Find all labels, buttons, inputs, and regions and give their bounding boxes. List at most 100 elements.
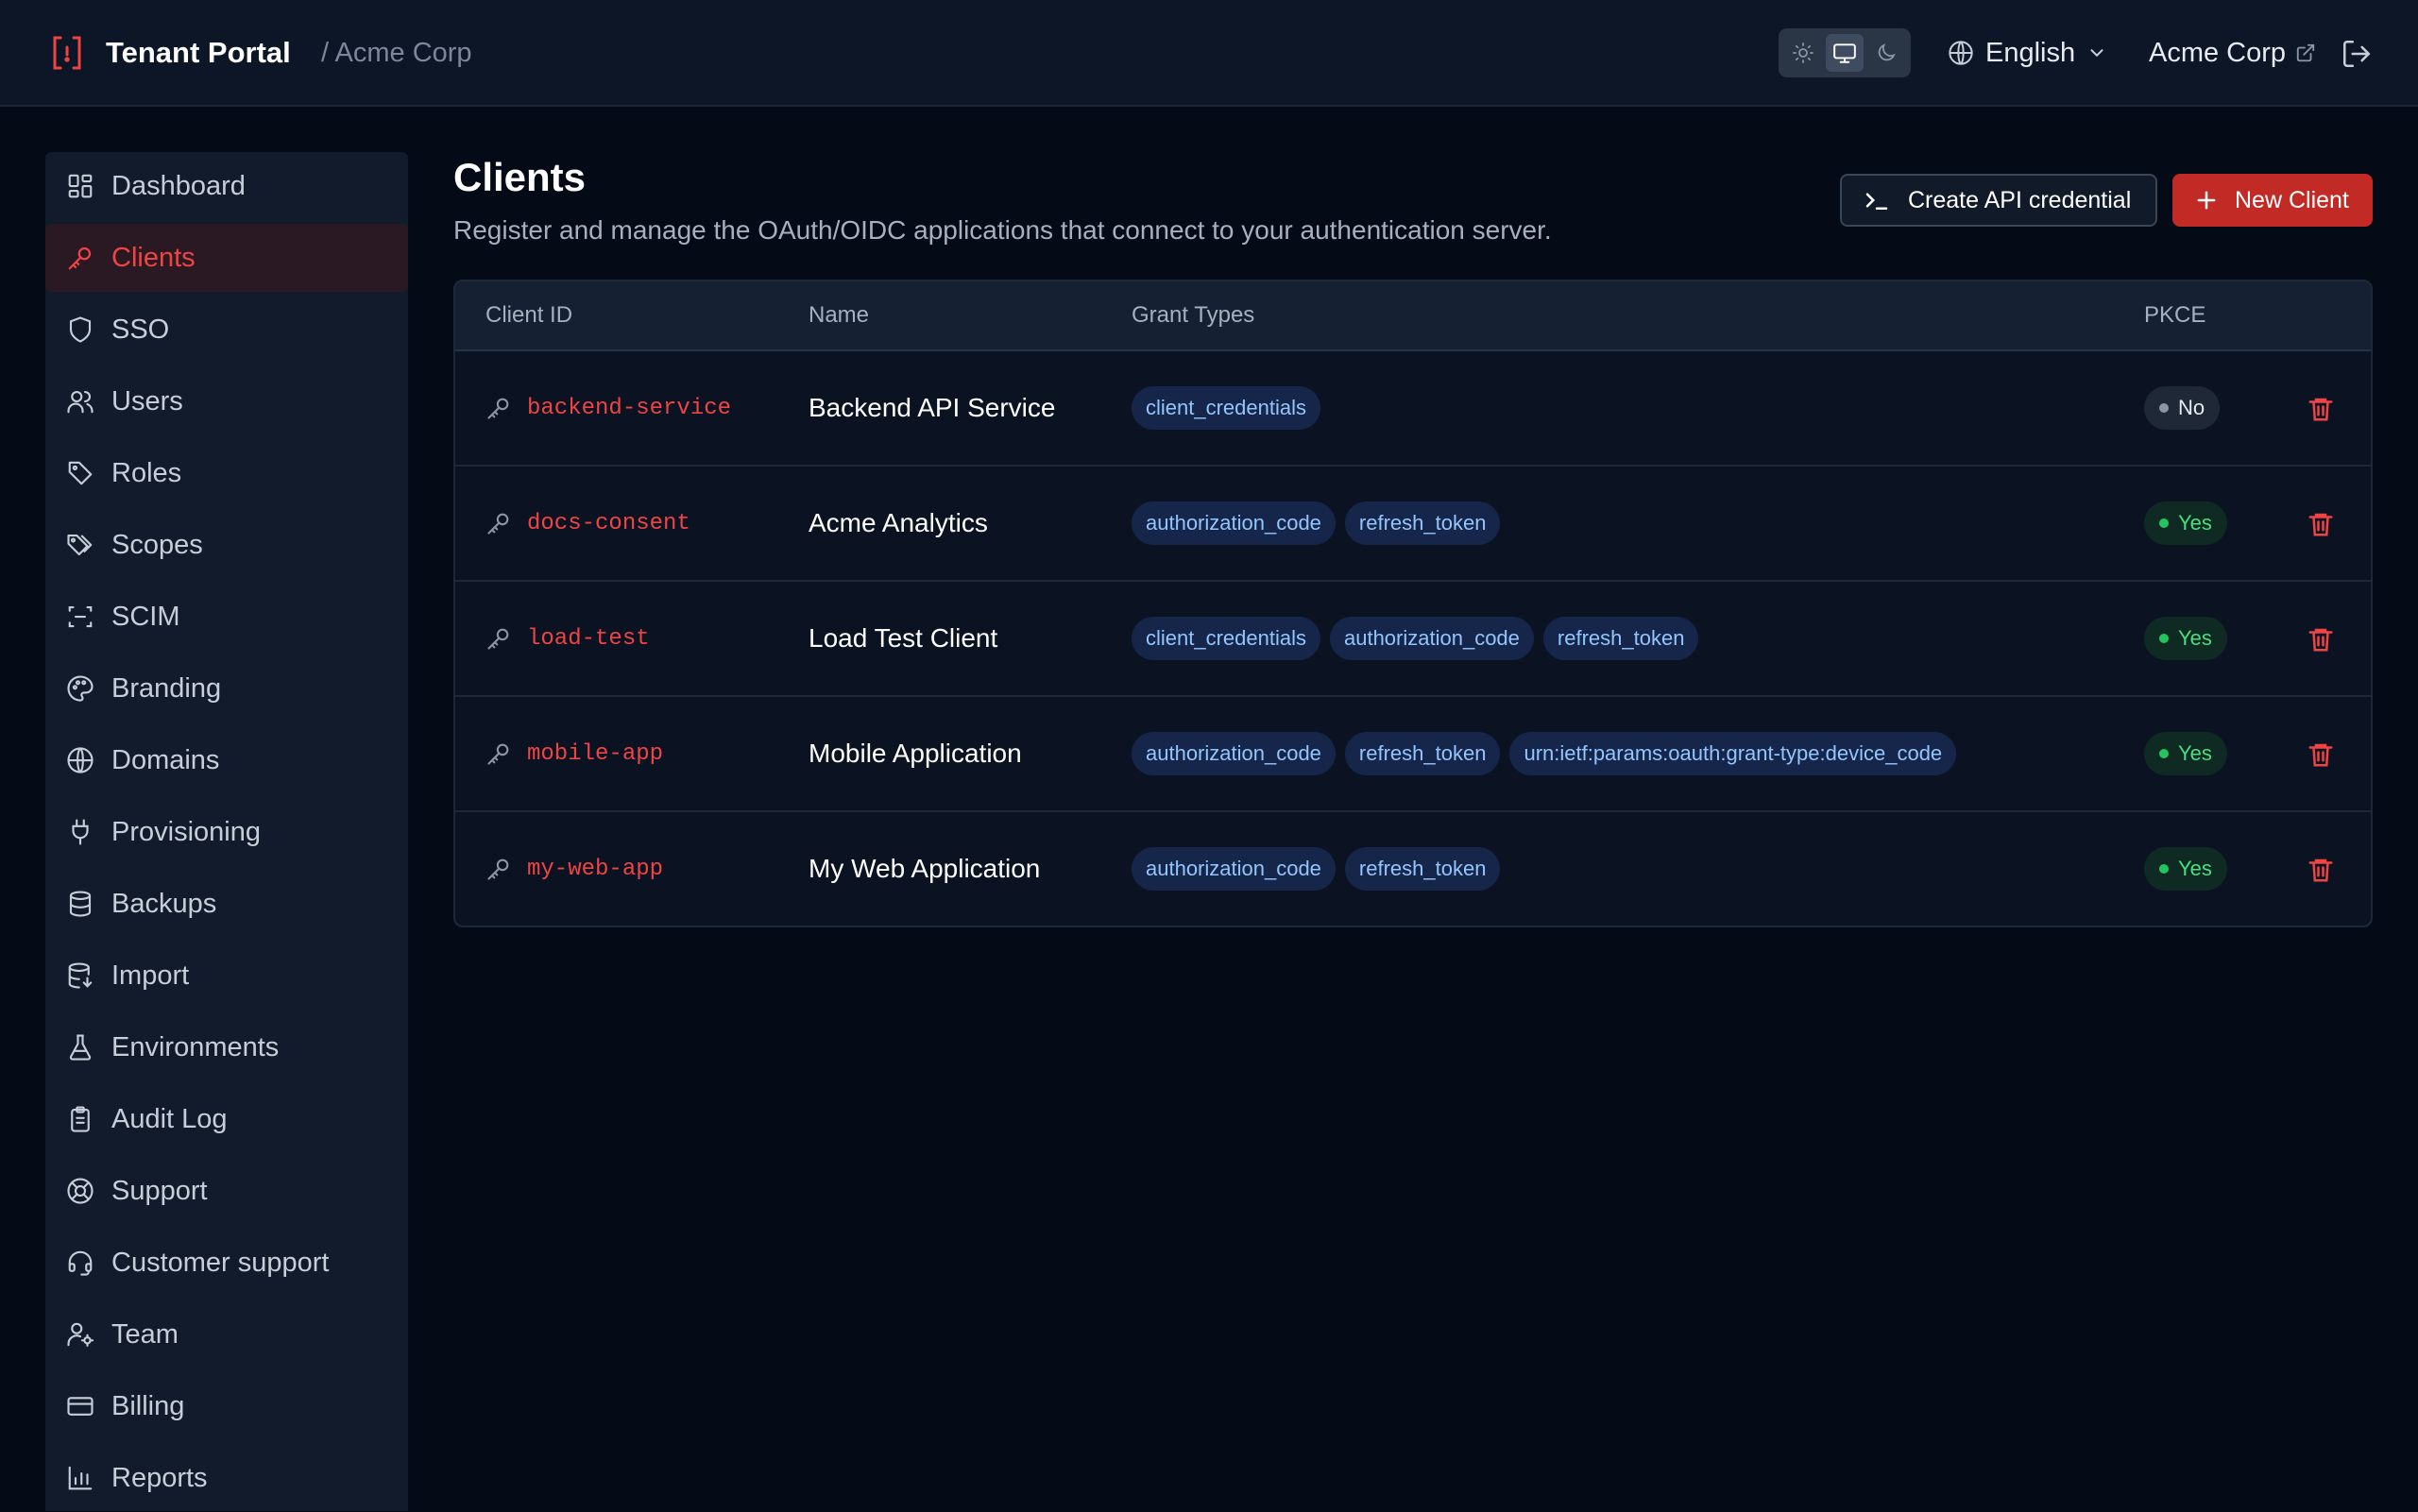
new-client-button[interactable]: New Client bbox=[2172, 174, 2373, 227]
lifebuoy-icon bbox=[67, 1178, 94, 1204]
user-cog-icon bbox=[67, 1322, 94, 1347]
grant-types: client_credentials bbox=[1132, 351, 1320, 465]
sidebar-item-sso[interactable]: SSO bbox=[45, 296, 408, 364]
grant-type-badge: client_credentials bbox=[1132, 386, 1320, 430]
dashboard-icon bbox=[68, 174, 93, 198]
client-name: Backend API Service bbox=[809, 393, 1056, 422]
trash-icon bbox=[2308, 513, 2333, 536]
terminal-icon bbox=[1865, 193, 1888, 210]
sidebar-item-label: Billing bbox=[111, 1390, 185, 1421]
tenant-external-link[interactable]: Acme Corp bbox=[2149, 32, 2316, 74]
sidebar-item-domains[interactable]: Domains bbox=[45, 726, 408, 794]
sidebar-item-backups[interactable]: Backups bbox=[45, 870, 408, 938]
chevron-down-icon bbox=[2090, 49, 2103, 58]
sidebar-item-clients[interactable]: Clients bbox=[45, 224, 408, 292]
client-id[interactable]: my-web-app bbox=[527, 857, 663, 882]
column-header-name[interactable]: Name bbox=[809, 281, 869, 349]
key-icon bbox=[487, 513, 509, 535]
client-id[interactable]: docs-consent bbox=[527, 511, 690, 536]
status-dot bbox=[2159, 518, 2169, 528]
trash-icon bbox=[2308, 743, 2333, 767]
client-name: My Web Application bbox=[809, 854, 1041, 883]
tags-icon bbox=[67, 534, 93, 556]
sidebar-item-team[interactable]: Team bbox=[45, 1300, 408, 1368]
grant-type-badge: refresh_token bbox=[1344, 501, 1501, 545]
sidebar-item-environments[interactable]: Environments bbox=[45, 1013, 408, 1081]
database-import-icon bbox=[68, 962, 93, 989]
client-id[interactable]: backend-service bbox=[527, 396, 731, 421]
table-row[interactable]: mobile-app Mobile Application authorizat… bbox=[455, 697, 2371, 812]
credit-card-icon bbox=[67, 1397, 94, 1416]
headset-icon bbox=[68, 1250, 93, 1276]
grant-types: authorization_code refresh_token urn:iet… bbox=[1132, 697, 1957, 810]
sidebar-item-label: Reports bbox=[111, 1462, 208, 1493]
client-name: Mobile Application bbox=[809, 739, 1022, 768]
sidebar: Dashboard Clients SSO Users Roles Scopes… bbox=[45, 152, 408, 1511]
create-api-credential-button[interactable]: Create API credential bbox=[1840, 174, 2157, 227]
sidebar-item-scim[interactable]: SCIM bbox=[45, 583, 408, 651]
pkce-badge: Yes bbox=[2144, 732, 2227, 775]
table-row[interactable]: my-web-app My Web Application authorizat… bbox=[455, 812, 2371, 926]
monitor-icon bbox=[1833, 43, 1856, 63]
language-label: English bbox=[1985, 37, 2076, 68]
trash-icon bbox=[2308, 858, 2333, 882]
sidebar-item-billing[interactable]: Billing bbox=[45, 1372, 408, 1440]
column-header-pkce[interactable]: PKCE bbox=[2144, 281, 2205, 349]
delete-client-button[interactable] bbox=[2307, 856, 2335, 884]
sidebar-item-reports[interactable]: Reports bbox=[45, 1444, 408, 1512]
table-row[interactable]: docs-consent Acme Analytics authorizatio… bbox=[455, 467, 2371, 582]
system-theme-button[interactable] bbox=[1826, 34, 1864, 72]
language-selector[interactable]: English bbox=[1948, 32, 2107, 74]
dark-theme-button[interactable] bbox=[1867, 34, 1905, 72]
sidebar-item-customer-support[interactable]: Customer support bbox=[45, 1229, 408, 1297]
client-id[interactable]: load-test bbox=[527, 626, 650, 652]
sidebar-item-roles[interactable]: Roles bbox=[45, 439, 408, 507]
trash-icon bbox=[2308, 628, 2333, 652]
app-title[interactable]: Tenant Portal bbox=[106, 32, 291, 74]
delete-client-button[interactable] bbox=[2307, 740, 2335, 769]
table-row[interactable]: backend-service Backend API Service clie… bbox=[455, 351, 2371, 467]
sidebar-item-label: Users bbox=[111, 385, 183, 416]
theme-toggle bbox=[1779, 28, 1911, 77]
sidebar-item-label: Provisioning bbox=[111, 816, 261, 847]
sidebar-item-scopes[interactable]: Scopes bbox=[45, 511, 408, 579]
grant-types: authorization_code refresh_token bbox=[1132, 812, 1501, 926]
client-id[interactable]: mobile-app bbox=[527, 741, 663, 767]
moon-icon bbox=[1878, 43, 1896, 61]
sidebar-item-branding[interactable]: Branding bbox=[45, 654, 408, 722]
pkce-badge: Yes bbox=[2144, 617, 2227, 660]
sidebar-item-label: Branding bbox=[111, 672, 222, 704]
delete-client-button[interactable] bbox=[2307, 510, 2335, 538]
sidebar-item-audit-log[interactable]: Audit Log bbox=[45, 1085, 408, 1153]
grant-types: client_credentials authorization_code re… bbox=[1132, 582, 1699, 695]
grant-types: authorization_code refresh_token bbox=[1132, 467, 1501, 580]
light-theme-button[interactable] bbox=[1784, 34, 1822, 72]
shield-icon bbox=[69, 316, 92, 343]
delete-client-button[interactable] bbox=[2307, 395, 2335, 423]
sidebar-item-dashboard[interactable]: Dashboard bbox=[45, 152, 408, 220]
sidebar-item-support[interactable]: Support bbox=[45, 1157, 408, 1225]
delete-client-button[interactable] bbox=[2307, 625, 2335, 654]
grant-type-badge: authorization_code bbox=[1132, 501, 1336, 545]
key-icon bbox=[487, 858, 509, 880]
logout-button[interactable] bbox=[2341, 38, 2373, 70]
sidebar-item-import[interactable]: Import bbox=[45, 942, 408, 1010]
column-header-client-id[interactable]: Client ID bbox=[485, 281, 572, 349]
sidebar-item-label: Domains bbox=[111, 744, 220, 775]
sidebar-item-users[interactable]: Users bbox=[45, 367, 408, 435]
grant-type-badge: authorization_code bbox=[1329, 617, 1534, 660]
column-header-grant-types[interactable]: Grant Types bbox=[1132, 281, 1254, 349]
table-header: Client ID Name Grant Types PKCE bbox=[455, 281, 2371, 351]
tenant-link-label: Acme Corp bbox=[2149, 37, 2287, 68]
grant-type-badge: urn:ietf:params:oauth:grant-type:device_… bbox=[1509, 732, 1957, 775]
brand-logo-icon bbox=[51, 35, 83, 71]
sidebar-item-label: Backups bbox=[111, 888, 217, 919]
grant-type-badge: authorization_code bbox=[1132, 732, 1336, 775]
grant-type-badge: refresh_token bbox=[1542, 617, 1699, 660]
key-icon bbox=[487, 628, 509, 650]
sidebar-item-provisioning[interactable]: Provisioning bbox=[45, 798, 408, 866]
grant-type-badge: refresh_token bbox=[1344, 732, 1501, 775]
table-row[interactable]: load-test Load Test Client client_creden… bbox=[455, 582, 2371, 697]
trash-icon bbox=[2308, 398, 2333, 421]
breadcrumb: / Acme Corp bbox=[321, 38, 472, 68]
